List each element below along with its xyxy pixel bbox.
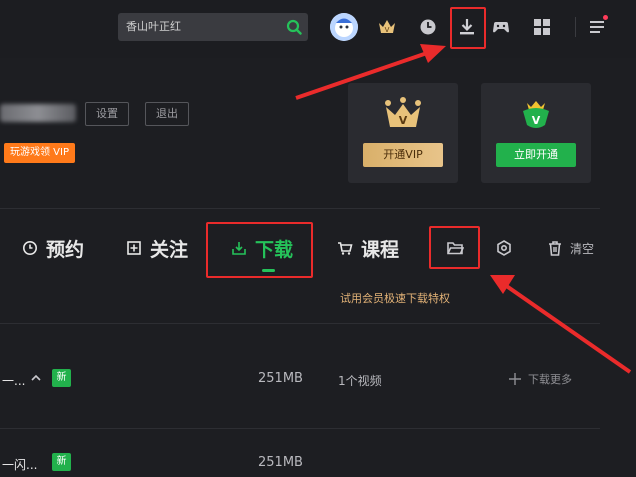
svg-text:V: V — [385, 26, 390, 34]
search-box[interactable] — [118, 13, 308, 41]
username-blurred — [0, 104, 76, 122]
tab-course[interactable]: 课程 — [337, 236, 400, 261]
svg-text:V: V — [532, 114, 541, 127]
gamepad-icon[interactable] — [491, 17, 511, 37]
search-icon[interactable] — [286, 19, 302, 35]
clock-icon — [23, 241, 37, 255]
open-vip-button[interactable]: 开通VIP — [363, 143, 443, 167]
top-bar: V — [0, 0, 636, 58]
tab-follow[interactable]: 关注 — [126, 236, 189, 261]
green-vip-icon: V — [523, 101, 549, 128]
download-row[interactable]: 一闪... 新 251MB — [0, 450, 600, 477]
vip-card[interactable]: V 开通VIP — [348, 83, 458, 183]
clear-button[interactable]: 清空 — [570, 240, 594, 257]
new-badge: 新 — [52, 369, 71, 387]
section-divider — [0, 208, 600, 209]
trash-icon[interactable] — [546, 239, 564, 257]
download-name: 一闪... — [2, 458, 38, 472]
settings-button[interactable]: 设置 — [85, 102, 129, 126]
download-name: 一... — [2, 374, 26, 388]
tab-label: 预约 — [46, 238, 85, 261]
highlight-download-tab — [206, 222, 313, 278]
history-icon[interactable] — [418, 17, 438, 37]
download-more-label: 下载更多 — [528, 373, 572, 386]
annotation-arrows — [295, 44, 632, 374]
cart-icon — [338, 242, 353, 255]
toolbar-divider — [575, 17, 576, 37]
new-badge: 新 — [52, 453, 71, 471]
download-more-button[interactable]: 下载更多 — [508, 371, 572, 387]
arrow-head-icon — [490, 275, 515, 294]
row-divider — [0, 428, 600, 429]
tab-reservation[interactable]: 预约 — [22, 236, 85, 261]
avatar[interactable] — [330, 13, 358, 41]
grid-icon[interactable] — [532, 17, 552, 37]
menu-icon[interactable] — [588, 17, 608, 37]
tab-label: 课程 — [361, 238, 400, 261]
gold-crown-icon: V — [385, 97, 421, 127]
download-row[interactable]: 一... 新 251MB 1个视频 下载更多 — [0, 366, 600, 396]
settings-hex-icon[interactable] — [495, 239, 513, 257]
plus-icon — [509, 373, 521, 385]
search-input[interactable] — [126, 19, 276, 32]
highlight-folder-icon — [429, 226, 480, 269]
tab-label: 关注 — [150, 238, 189, 261]
follow-icon — [127, 241, 141, 255]
notification-dot — [603, 15, 608, 20]
avatar-face-icon — [330, 13, 358, 41]
video-count: 1个视频 — [338, 374, 382, 388]
vip-speed-promo[interactable]: 试用会员极速下载特权 — [340, 290, 450, 306]
crown-icon[interactable]: V — [377, 17, 397, 37]
chevron-up-icon[interactable] — [30, 373, 42, 383]
download-size: 251MB — [258, 455, 303, 470]
green-vip-card[interactable]: V 立即开通 — [481, 83, 591, 183]
highlight-download-icon — [450, 7, 486, 49]
list-divider — [0, 323, 600, 324]
play-game-vip-tag[interactable]: 玩游戏领 VIP — [4, 143, 75, 163]
logout-button[interactable]: 退出 — [145, 102, 189, 126]
download-size: 251MB — [258, 371, 303, 386]
activate-now-button[interactable]: 立即开通 — [496, 143, 576, 167]
svg-text:V: V — [399, 114, 408, 127]
